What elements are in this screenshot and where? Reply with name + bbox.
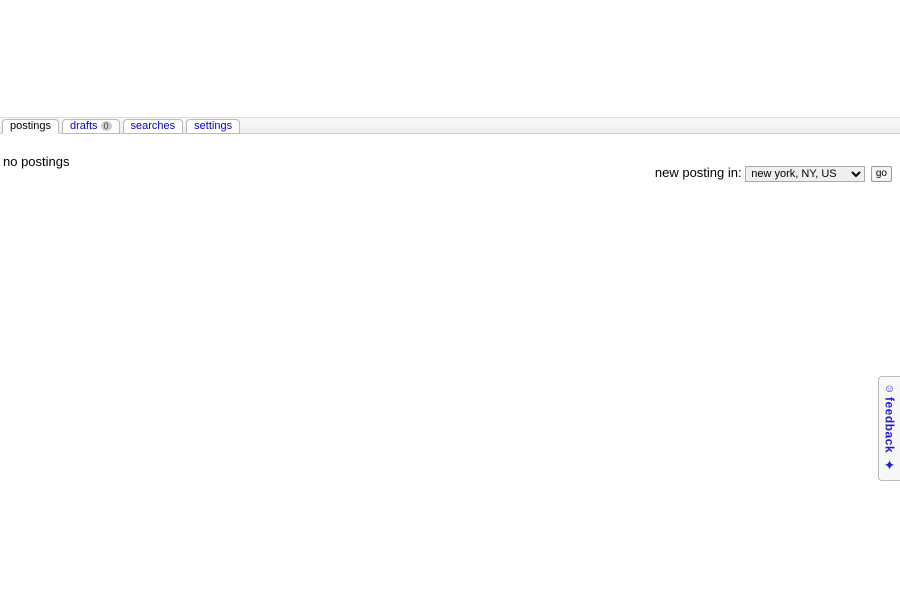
- tab-drafts-label: drafts: [70, 121, 98, 132]
- tab-bar: postings drafts 0 searches settings: [0, 117, 900, 134]
- feedback-label: feedback: [883, 397, 897, 453]
- tab-postings-label: postings: [10, 121, 51, 132]
- go-button[interactable]: go: [871, 166, 892, 182]
- tab-searches-label: searches: [131, 121, 176, 132]
- tab-settings-label: settings: [194, 121, 232, 132]
- tab-settings[interactable]: settings: [186, 119, 240, 134]
- tab-drafts-badge: 0: [101, 121, 112, 131]
- tab-drafts[interactable]: drafts 0: [62, 119, 120, 134]
- smile-icon: ☺: [884, 383, 895, 395]
- tab-searches[interactable]: searches: [123, 119, 184, 134]
- puzzle-icon: ✦: [884, 457, 896, 474]
- feedback-tab[interactable]: ☺ feedback ✦: [878, 376, 900, 481]
- new-posting-label: new posting in:: [655, 165, 742, 180]
- location-select[interactable]: new york, NY, US: [745, 166, 865, 182]
- tab-postings[interactable]: postings: [2, 119, 59, 134]
